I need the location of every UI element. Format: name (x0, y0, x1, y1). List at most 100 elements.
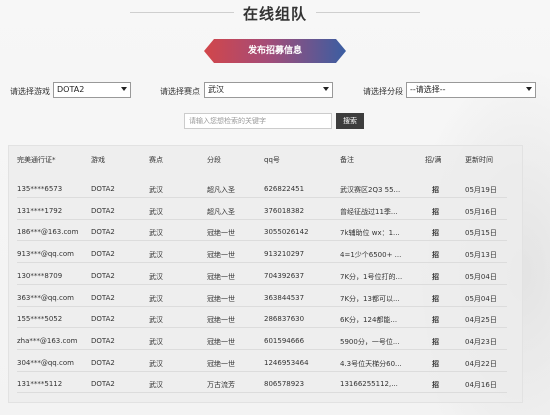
row-venue: 武汉 (149, 207, 163, 216)
row-note: 7k辅助位 wx：1... (340, 229, 400, 238)
table-row[interactable]: 131****1792 DOTA2 武汉 超凡入圣 376018382 曾经征战过11季.… (17, 202, 507, 220)
row-segment: 冠绝一世 (207, 272, 235, 281)
row-game: DOTA2 (91, 185, 115, 193)
header-segment: 分段 (207, 156, 221, 164)
row-qq: 626822451 (264, 185, 305, 193)
row-update-time: 04月25日 (465, 316, 497, 325)
row-venue: 武汉 (149, 381, 163, 390)
row-venue: 武汉 (149, 294, 163, 303)
row-venue: 武汉 (149, 272, 163, 281)
row-segment: 冠绝一世 (207, 229, 235, 238)
row-update-time: 04月23日 (465, 337, 497, 346)
chevron-down-icon (323, 87, 329, 91)
row-segment: 超凡入圣 (207, 186, 235, 194)
header-game: 游戏 (91, 156, 105, 164)
row-game: DOTA2 (91, 315, 115, 324)
row-game: DOTA2 (91, 336, 115, 345)
row-pass-id: 363***@qq.com (17, 293, 74, 302)
row-qq: 363844537 (264, 293, 305, 302)
row-note: 7K分，13都可以... (340, 294, 400, 303)
header-pass-id: 完美通行证* (17, 156, 56, 164)
row-update-time: 04月22日 (465, 359, 497, 368)
row-pass-id: zha***@163.com (17, 336, 78, 345)
row-note: 13166255112,... (340, 380, 398, 389)
row-status[interactable]: 招 (432, 185, 452, 195)
row-pass-id: 131****1792 (17, 206, 63, 215)
table-row[interactable]: 363***@qq.com DOTA2 武汉 冠绝一世 363844537 7K分，13都… (17, 289, 507, 307)
row-pass-id: 130****8709 (17, 271, 63, 280)
row-segment: 超凡入圣 (207, 207, 235, 216)
row-segment: 冠绝一世 (207, 251, 235, 260)
row-status[interactable]: 招 (432, 337, 452, 347)
row-qq: 3055026142 (264, 228, 309, 237)
row-status[interactable]: 招 (432, 294, 452, 304)
row-qq: 1246953464 (264, 358, 309, 367)
row-venue: 武汉 (149, 359, 163, 368)
search-button[interactable]: 搜索 (336, 113, 364, 129)
row-game: DOTA2 (91, 293, 115, 302)
row-status[interactable]: 招 (432, 228, 452, 238)
row-status[interactable]: 招 (432, 315, 452, 325)
table-row[interactable]: zha***@163.com DOTA2 武汉 冠绝一世 601594666 5900分，… (17, 332, 507, 350)
row-game: DOTA2 (91, 250, 115, 259)
header-status: 招/满 (425, 156, 442, 164)
page-header: 在线组队 (0, 0, 550, 28)
venue-select[interactable]: 武汉 (204, 82, 333, 98)
game-select-value: DOTA2 (57, 85, 85, 94)
chevron-down-icon (121, 87, 127, 91)
table-row[interactable]: 155****5052 DOTA2 武汉 冠绝一世 286837630 6K分，124都能… (17, 310, 507, 329)
table-row[interactable]: 304***@qq.com DOTA2 武汉 冠绝一世 1246953464 4.3号位天… (17, 354, 507, 372)
row-segment: 冠绝一世 (207, 359, 235, 368)
row-venue: 武汉 (149, 229, 163, 238)
row-status[interactable]: 招 (432, 359, 452, 369)
page-title: 在线组队 (242, 5, 307, 23)
game-select[interactable]: DOTA2 (53, 82, 131, 98)
row-segment: 冠绝一世 (207, 316, 235, 325)
venue-filter-label: 请选择赛点 (160, 87, 200, 96)
table-row[interactable]: 130****8709 DOTA2 武汉 冠绝一世 704392637 7K分，1号位打的… (17, 267, 507, 285)
game-filter-label: 请选择游戏 (10, 87, 50, 96)
row-venue: 武汉 (149, 337, 163, 346)
row-game: DOTA2 (91, 228, 115, 237)
row-qq: 286837630 (264, 315, 305, 324)
row-venue: 武汉 (149, 186, 163, 194)
row-status[interactable]: 招 (432, 380, 452, 390)
row-pass-id: 913***@qq.com (17, 250, 74, 259)
team-table: 完美通行证* 游戏 赛点 分段 qq号 备注 招/满 更新时间 135****6… (8, 145, 523, 403)
publish-recruit-button[interactable]: 发布招募信息 (204, 39, 346, 63)
row-status[interactable]: 招 (432, 272, 452, 282)
row-segment: 冠绝一世 (207, 294, 235, 303)
row-game: DOTA2 (91, 271, 115, 280)
row-qq: 704392637 (264, 271, 305, 280)
search-input[interactable]: 请输入您想检索的关键字 (184, 113, 332, 129)
row-venue: 武汉 (149, 251, 163, 260)
row-note: 7K分，1号位打的... (340, 272, 403, 281)
row-update-time: 05月04日 (465, 294, 497, 303)
row-update-time: 04月16日 (465, 381, 497, 390)
row-pass-id: 304***@qq.com (17, 358, 74, 367)
row-note: 曾经征战过11季... (340, 207, 398, 216)
segment-select-value: --请选择-- (410, 85, 446, 94)
row-pass-id: 135****6573 (17, 185, 63, 193)
row-qq: 601594666 (264, 336, 305, 345)
row-game: DOTA2 (91, 358, 115, 367)
row-qq: 376018382 (264, 206, 305, 215)
table-row[interactable]: 135****6573 DOTA2 武汉 超凡入圣 626822451 武汉赛区2Q3 5… (17, 180, 507, 198)
segment-select[interactable]: --请选择-- (406, 82, 536, 98)
header-qq: qq号 (264, 156, 280, 164)
row-update-time: 05月04日 (465, 272, 497, 281)
row-note: 4=1少个6500+ ... (340, 251, 402, 260)
row-segment: 冠绝一世 (207, 337, 235, 346)
table-row[interactable]: 913***@qq.com DOTA2 武汉 冠绝一世 913210297 4=1少个65… (17, 245, 507, 264)
venue-select-value: 武汉 (208, 85, 224, 94)
table-row[interactable]: 186***@163.com DOTA2 武汉 冠绝一世 3055026142 7k辅助位… (17, 223, 507, 242)
header-venue: 赛点 (149, 156, 163, 164)
row-pass-id: 131****5112 (17, 380, 63, 389)
header-note: 备注 (340, 156, 354, 164)
row-qq: 913210297 (264, 250, 305, 259)
segment-filter-label: 请选择分段 (363, 87, 403, 96)
table-row[interactable]: 131****5112 DOTA2 武汉 万古流芳 806578923 131662551… (17, 375, 507, 394)
row-status[interactable]: 招 (432, 250, 452, 260)
row-status[interactable]: 招 (432, 207, 452, 217)
row-update-time: 05月13日 (465, 251, 497, 260)
